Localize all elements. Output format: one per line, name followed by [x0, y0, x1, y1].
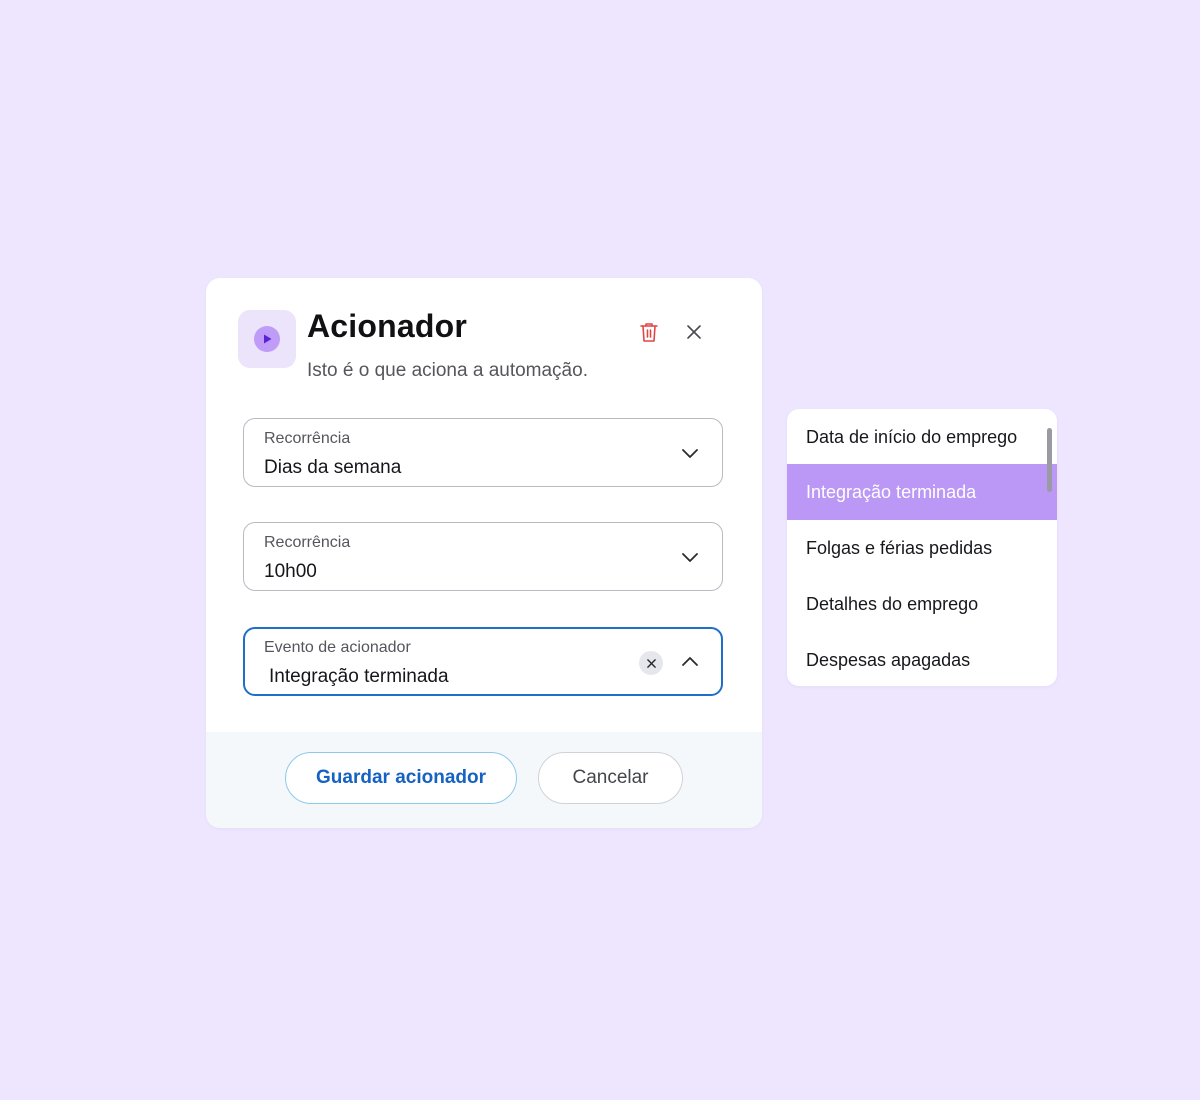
recurrence-days-select[interactable]: Recorrência Dias da semana [243, 418, 723, 487]
dropdown-option-selected[interactable]: Integração terminada [787, 464, 1057, 520]
clear-icon [646, 658, 656, 668]
close-button[interactable] [680, 318, 708, 346]
trigger-icon-tile [238, 310, 296, 368]
clear-selection-button[interactable] [639, 651, 663, 675]
dialog-footer: Guardar acionador Cancelar [206, 732, 762, 828]
field-label: Recorrência [264, 430, 351, 447]
close-icon [687, 325, 701, 339]
cancel-button[interactable]: Cancelar [538, 752, 683, 804]
trigger-dialog: Acionador Isto é o que aciona a automaçã… [206, 278, 762, 828]
field-value: Integração terminada [269, 666, 449, 687]
field-label: Evento de acionador [264, 639, 411, 656]
field-value: Dias da semana [264, 457, 402, 478]
trigger-event-dropdown: Data de início do emprego Integração ter… [787, 409, 1057, 686]
trigger-event-select[interactable]: Evento de acionador Integração terminada [243, 627, 723, 696]
dropdown-option[interactable]: Data de início do emprego [787, 409, 1057, 465]
dialog-subtitle: Isto é o que aciona a automação. [307, 360, 588, 381]
dialog-title: Acionador [307, 308, 468, 344]
dropdown-option[interactable]: Folgas e férias pedidas [787, 520, 1057, 576]
trash-icon [640, 323, 658, 342]
dropdown-option[interactable]: Detalhes do emprego [787, 576, 1057, 632]
delete-button[interactable] [635, 318, 663, 346]
dropdown-option[interactable]: Despesas apagadas [787, 632, 1057, 686]
field-value: 10h00 [264, 561, 317, 582]
dropdown-scrollbar[interactable] [1047, 428, 1052, 492]
recurrence-time-select[interactable]: Recorrência 10h00 [243, 522, 723, 591]
chevron-down-icon [682, 449, 698, 458]
chevron-up-icon [682, 657, 698, 666]
save-trigger-button[interactable]: Guardar acionador [285, 752, 517, 804]
field-label: Recorrência [264, 534, 351, 551]
chevron-down-icon [682, 553, 698, 562]
play-icon [254, 326, 280, 352]
